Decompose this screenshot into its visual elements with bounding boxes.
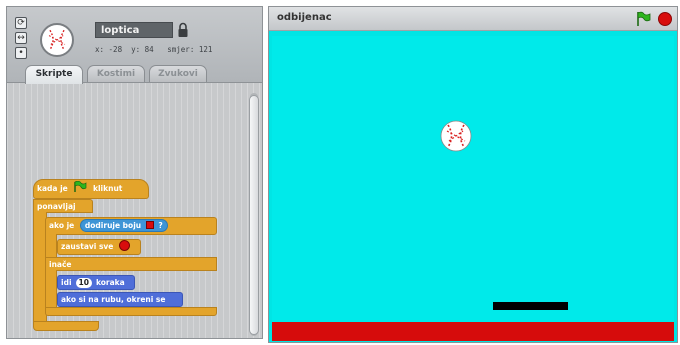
lock-icon[interactable] bbox=[177, 22, 189, 38]
sprite-editor-pane: ⟳ ↔ • loptica x: -28 y: 84 smjer: 121 Sk… bbox=[6, 6, 263, 339]
baseball-icon bbox=[43, 26, 71, 54]
tab-scripts[interactable]: Skripte bbox=[25, 65, 83, 84]
block-text: ako si na rubu, okreni se bbox=[61, 295, 166, 304]
red-floor-sprite[interactable] bbox=[272, 322, 674, 341]
touching-color-block[interactable]: dodiruje boju ? bbox=[79, 219, 168, 232]
sprite-name-input[interactable]: loptica bbox=[95, 22, 173, 38]
move-steps-block[interactable]: idi 10 koraka bbox=[57, 275, 135, 290]
tab-sounds[interactable]: Zvukovi bbox=[149, 65, 207, 83]
ball-sprite[interactable] bbox=[440, 120, 472, 152]
forever-block-foot bbox=[33, 321, 99, 331]
block-text: kada je bbox=[37, 184, 68, 193]
if-else-block[interactable]: ako je dodiruje boju ? bbox=[45, 217, 217, 235]
block-text: kliknut bbox=[93, 184, 123, 193]
project-title: odbijenac bbox=[277, 12, 332, 23]
block-text: ? bbox=[158, 221, 163, 230]
sprite-coordinates: x: -28 y: 84 smjer: 121 bbox=[95, 45, 213, 54]
rotation-full-icon[interactable]: ⟳ bbox=[15, 17, 27, 29]
stage-canvas[interactable] bbox=[272, 36, 674, 341]
stage-window: odbijenac bbox=[268, 6, 678, 343]
bounce-on-edge-block[interactable]: ako si na rubu, okreni se bbox=[57, 292, 183, 307]
rotation-none-icon[interactable]: • bbox=[15, 47, 27, 59]
else-block-arm bbox=[45, 270, 57, 308]
forever-block[interactable]: ponavljaj bbox=[33, 199, 93, 213]
scrollbar-thumb[interactable] bbox=[249, 95, 259, 335]
color-swatch[interactable] bbox=[145, 221, 154, 229]
else-bar: inače bbox=[45, 257, 217, 271]
block-text: koraka bbox=[95, 278, 125, 287]
if-else-block-foot bbox=[45, 307, 217, 316]
block-text: ako je bbox=[49, 221, 75, 230]
stop-sign-icon bbox=[119, 240, 131, 251]
stage-title-bar: odbijenac bbox=[269, 7, 677, 31]
rotation-flip-icon[interactable]: ↔ bbox=[15, 32, 27, 44]
green-flag-icon[interactable] bbox=[635, 11, 651, 27]
tab-costumes[interactable]: Kostimi bbox=[87, 65, 145, 83]
steps-input[interactable]: 10 bbox=[75, 278, 92, 288]
scripts-area[interactable]: kada je kliknut ponavljaj ako je dodiruj… bbox=[6, 82, 263, 339]
sprite-info-header: ⟳ ↔ • loptica x: -28 y: 84 smjer: 121 Sk… bbox=[6, 6, 263, 84]
sprite-thumbnail bbox=[40, 23, 74, 57]
when-flag-clicked-block[interactable]: kada je kliknut bbox=[33, 179, 149, 199]
stop-button[interactable] bbox=[658, 12, 672, 26]
block-text: zaustavi sve bbox=[61, 242, 114, 251]
paddle-sprite[interactable] bbox=[493, 302, 568, 310]
green-flag-icon bbox=[74, 180, 87, 192]
block-text: idi bbox=[61, 278, 72, 287]
block-text: dodiruje boju bbox=[84, 221, 142, 230]
stop-all-block[interactable]: zaustavi sve bbox=[57, 239, 141, 255]
